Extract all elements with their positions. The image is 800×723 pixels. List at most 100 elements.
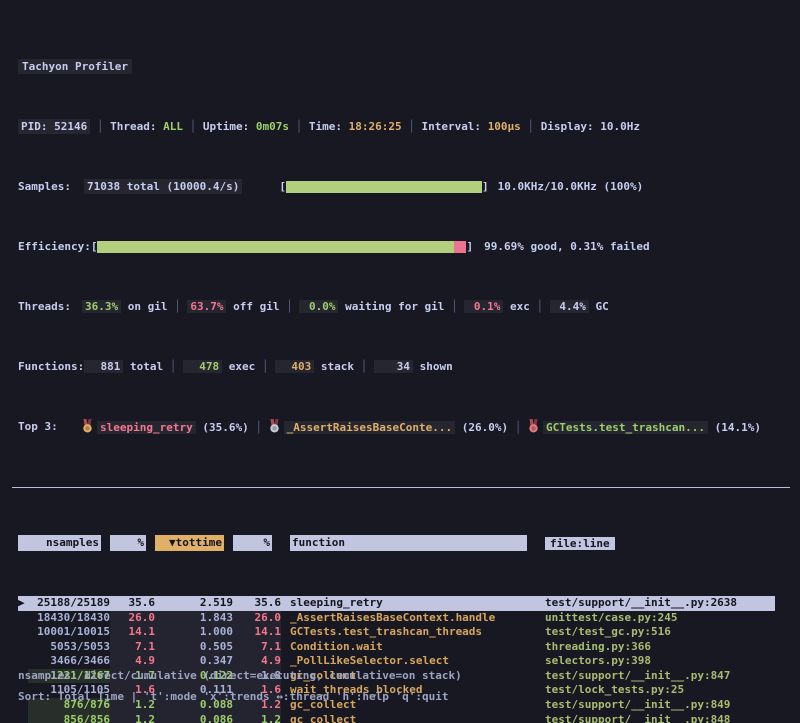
column-header-pct-cumulative[interactable]: % (233, 535, 281, 551)
table-row[interactable]: 5053/50537.10.5057.1Condition.waitthread… (18, 640, 775, 655)
cell-function-name: gc_collect (290, 713, 536, 723)
table-row[interactable]: 10001/1001514.11.00014.1GCTests.test_tra… (18, 625, 775, 640)
status-item-value: 0m07s (256, 120, 289, 133)
thread-stat-value: 0.0% (299, 300, 338, 313)
row-arrow-slot (18, 713, 28, 723)
status-item-value: 10.0Hz (600, 120, 640, 133)
column-header-nsamples[interactable]: nsamples (18, 535, 110, 551)
cell-pct-cumulative: 7.1 (233, 640, 281, 655)
separator: │ (521, 119, 541, 134)
app-title: Tachyon Profiler (18, 59, 132, 74)
threads-label: Threads: (18, 299, 82, 314)
separator: │ (354, 360, 374, 373)
footer-keybindings: Sort: Total Time | 't':mode 'x':trends ↔… (18, 689, 448, 704)
thread-stat-value: 63.7% (187, 300, 226, 313)
thread-stat-label: GC (589, 300, 609, 313)
status-item-label: Time: (309, 120, 349, 133)
samples-line: Samples: 71038 total (10000.4/s) [] 10.0… (18, 179, 800, 194)
cell-file-line: test/lock_tests.py:25 (545, 683, 775, 698)
cell-function-name: sleeping_retry (290, 596, 536, 611)
cell-file-line: test/support/__init__.py:2638 (545, 596, 775, 611)
functions-stat-value: 478 (183, 360, 222, 373)
thread-stat-label: on gil (121, 300, 167, 313)
functions-label: Functions: (18, 359, 84, 374)
separator: │ (402, 119, 422, 134)
cell-nsamples: 5053/5053 (28, 640, 110, 655)
separator: │ (167, 300, 187, 313)
cell-nsamples: 3466/3466 (28, 654, 110, 669)
table-row[interactable]: 18430/1843026.01.84326.0_AssertRaisesBas… (18, 611, 775, 626)
functions-stat-value: 881 (84, 360, 123, 373)
cell-function-name: _PollLikeSelector.select (290, 654, 536, 669)
status-item-value: 100µs (488, 120, 521, 133)
thread-stat-value: 36.3% (82, 300, 121, 313)
samples-bar-open-bracket: [ (279, 179, 286, 194)
cell-pct-cumulative: 4.9 (233, 654, 281, 669)
status-item-label: PID: (21, 120, 54, 133)
functions-stat-value: 403 (275, 360, 314, 373)
row-arrow-slot (18, 654, 28, 669)
top3-function-name: GCTests.test_trashcan... (543, 421, 708, 434)
cell-function-name: Condition.wait (290, 640, 536, 655)
column-header-tottime-sorted[interactable]: ▼tottime (155, 535, 233, 551)
status-item-display: Display: 10.0Hz (541, 119, 640, 134)
top3-function-name: sleeping_retry (97, 421, 196, 434)
thread-stat-value: 4.4% (550, 300, 589, 313)
thread-stat-label: waiting for gil (338, 300, 444, 313)
cell-pct-direct: 35.6 (110, 596, 155, 611)
cell-pct-direct: 14.1 (110, 625, 155, 640)
cell-file-line: threading.py:366 (545, 640, 775, 655)
row-arrow-slot (18, 611, 28, 626)
table-row[interactable]: 3466/34664.90.3474.9_PollLikeSelector.se… (18, 654, 775, 669)
thread-stat-label: exc (503, 300, 530, 313)
footer-legend: nsamples: direct/cumulative (direct=exec… (18, 668, 462, 683)
functions-line: Functions: 881 total │ 478 exec │ 403 st… (18, 359, 800, 374)
medal-icon-bronze (528, 419, 539, 433)
column-header-pct-direct[interactable]: % (110, 535, 155, 551)
top3-entry-bronze: GCTests.test_trashcan... (14.1%) (528, 421, 761, 434)
status-item-label: Interval: (421, 120, 487, 133)
profiler-terminal: Tachyon Profiler PID: 52146 │ Thread: AL… (0, 0, 800, 723)
cell-tottime: 0.505 (155, 640, 233, 655)
samples-label: Samples: (18, 179, 76, 194)
table-row-selected[interactable]: ▶25188/2518935.62.51935.6sleeping_retryt… (18, 596, 775, 611)
samples-rate-text: 10.0KHz/10.0KHz (100%) (498, 179, 644, 194)
column-header-function[interactable]: function (290, 535, 536, 551)
functions-stat-label: shown (413, 360, 453, 373)
thread-stat-value: 0.1% (464, 300, 503, 313)
cell-file-line: test/support/__init__.py:848 (545, 713, 775, 723)
separator: │ (90, 119, 110, 134)
selected-row-arrow-icon: ▶ (18, 596, 28, 611)
cell-file-line: selectors.py:398 (545, 654, 775, 669)
cell-pct-direct: 26.0 (110, 611, 155, 626)
top3-line: Top 3: sleeping_retry (35.6%) │ _AssertR… (18, 419, 800, 434)
threads-segments: 36.3% on gil │ 63.7% off gil │ 0.0% wait… (82, 299, 609, 314)
row-arrow-slot (18, 625, 28, 640)
separator: │ (444, 300, 464, 313)
cell-pct-cumulative: 35.6 (233, 596, 281, 611)
cell-nsamples: 856/856 (28, 713, 110, 723)
separator: │ (183, 119, 203, 134)
cell-tottime: 2.519 (155, 596, 233, 611)
top3-percentage: (35.6%) (196, 421, 249, 434)
functions-stat-label: total (123, 360, 163, 373)
functions-segments: 881 total │ 478 exec │ 403 stack │ 34 sh… (84, 359, 453, 374)
separator: │ (279, 300, 299, 313)
cell-pct-cumulative: 26.0 (233, 611, 281, 626)
status-item-value: 52146 (54, 120, 87, 133)
separator: │ (163, 360, 183, 373)
cell-pct-direct: 7.1 (110, 640, 155, 655)
status-item-time: Time: 18:26:25 (309, 119, 402, 134)
top3-entry-silver: _AssertRaisesBaseConte... (26.0%) (269, 421, 509, 434)
medal-icon-gold (82, 419, 93, 433)
top3-entries: sleeping_retry (35.6%) │ _AssertRaisesBa… (82, 419, 761, 435)
cell-nsamples: 18430/18430 (28, 611, 110, 626)
cell-function-name: GCTests.test_trashcan_threads (290, 625, 536, 640)
cell-tottime: 0.347 (155, 654, 233, 669)
efficiency-summary: 99.69% good, 0.31% failed (484, 239, 650, 254)
table-row[interactable]: 856/8561.20.0861.2gc_collecttest/support… (18, 713, 775, 723)
medal-icon-silver (269, 419, 280, 433)
status-item-interval: Interval: 100µs (421, 119, 520, 134)
top3-entry-gold: sleeping_retry (35.6%) (82, 421, 249, 434)
column-header-file-line[interactable]: file:line (545, 536, 775, 551)
